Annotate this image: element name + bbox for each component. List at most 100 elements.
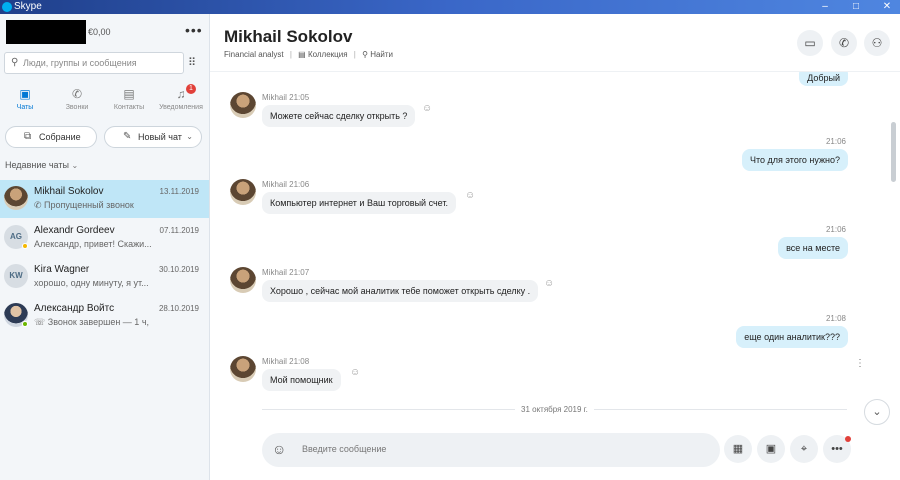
message-outgoing: Добрый — [799, 72, 848, 86]
chat-item-mikhail-sokolov[interactable]: Mikhail Sokolov 13.11.2019 ✆ Пропущенный… — [0, 180, 209, 218]
new-dot-indicator — [845, 436, 851, 442]
search-icon: ⚲ — [11, 57, 19, 68]
contact-name[interactable]: Mikhail Sokolov — [224, 27, 352, 47]
search-icon: ⚲ — [362, 50, 368, 59]
tab-calls[interactable]: ✆ Звонки — [52, 82, 102, 122]
emoji-reaction-icon[interactable]: ☺ — [465, 190, 475, 201]
recent-chats-header[interactable]: Недавние чаты ⌄ — [5, 160, 78, 170]
chat-item-kira-wagner[interactable]: KW Kira Wagner 30.10.2019 хорошо, одну м… — [0, 258, 209, 296]
phone-icon: ✆ — [71, 87, 83, 101]
chat-icon: ▣ — [19, 87, 31, 101]
chevron-down-icon: ⌄ — [872, 406, 882, 418]
message-input[interactable]: Введите сообщение — [302, 444, 386, 454]
new-chat-button[interactable]: ✎ Новый чат ⌄ — [104, 126, 202, 148]
scrollbar-thumb[interactable] — [891, 122, 896, 182]
emoji-reaction-icon[interactable]: ☺ — [422, 103, 432, 114]
find-link[interactable]: Найти — [370, 50, 393, 59]
profile-name-redacted[interactable] — [6, 20, 86, 44]
avatar — [4, 186, 28, 210]
title-bar: Skype – □ ✕ — [0, 0, 900, 14]
location-pin-icon: ⌖ — [800, 443, 808, 455]
gallery-link[interactable]: Коллекция — [308, 50, 348, 59]
new-chat-label: Новый чат — [138, 132, 182, 142]
message-time: 21:06 — [825, 225, 846, 234]
minimize-button[interactable]: – — [814, 0, 836, 14]
message-meta: Mikhail 21:05 — [262, 93, 310, 102]
chat-date: 13.11.2019 — [159, 187, 199, 196]
skype-logo-icon — [2, 2, 12, 12]
emoji-reaction-icon[interactable]: ☺ — [544, 278, 554, 289]
emoji-picker-icon[interactable]: ☺ — [272, 441, 286, 457]
contacts-icon: ▤ — [123, 87, 135, 101]
nav-tabs: ▣ Чаты ✆ Звонки ▤ Контакты ♫ 1 Уведомлен… — [0, 82, 210, 122]
tab-label: Чаты — [16, 104, 34, 111]
more-options-button[interactable]: ••• — [185, 22, 203, 38]
skype-credit[interactable]: €0,00 — [88, 27, 111, 37]
message-bubble: Хорошо , сейчас мой аналитик тебе поможе… — [262, 280, 539, 302]
chevron-down-icon: ⌄ — [186, 132, 193, 141]
scroll-to-bottom-button[interactable]: ⌄ — [864, 399, 890, 425]
chevron-down-icon: ⌄ — [71, 161, 79, 170]
chat-date: 07.11.2019 — [159, 226, 199, 235]
message-outgoing: еще один аналитик??? — [736, 326, 848, 348]
dialpad-icon[interactable]: ⠿ — [188, 56, 196, 69]
phone-icon: ✆ — [838, 36, 850, 50]
message-bubble: Компьютер интернет и Ваш торговый счет. — [262, 192, 456, 214]
send-location-button[interactable]: ⌖ — [790, 435, 818, 463]
chat-name: Александр Войтс — [34, 303, 115, 314]
sidebar: €0,00 ••• ⚲ Люди, группы и сообщения ⠿ ▣… — [0, 14, 210, 480]
notification-badge: 1 — [186, 84, 196, 94]
message-bubble: Можете сейчас сделку открыть ? — [262, 105, 416, 127]
send-contact-button[interactable]: ▣ — [757, 435, 785, 463]
emoji-reaction-icon[interactable]: ☺ — [350, 367, 360, 378]
tab-label: Контакты — [113, 104, 145, 111]
chat-preview: ✆ Пропущенный звонок — [34, 200, 134, 210]
tab-contacts[interactable]: ▤ Контакты — [104, 82, 154, 122]
chat-name: Kira Wagner — [34, 264, 90, 275]
gallery-icon: ▦ — [732, 443, 744, 455]
search-placeholder: Люди, группы и сообщения — [23, 58, 137, 68]
separator: | — [289, 50, 292, 59]
avatar: KW — [4, 264, 28, 288]
chat-preview: хорошо, одну минуту, я ут... — [34, 278, 149, 288]
chat-preview: ☏ Звонок завершен — 1 ч, — [34, 317, 150, 327]
tab-chats[interactable]: ▣ Чаты — [0, 82, 50, 122]
meeting-button[interactable]: ⧉ Собрание — [5, 126, 97, 148]
more-icon: ••• — [831, 443, 843, 455]
message-bubble: Мой помощник — [262, 369, 341, 391]
audio-call-button[interactable]: ✆ — [831, 30, 857, 56]
contact-role: Financial analyst — [224, 50, 284, 59]
gallery-icon: ▤ — [298, 50, 306, 59]
chat-name: Alexandr Gordeev — [34, 225, 115, 236]
chat-preview: Александр, привет! Скажи... — [34, 239, 152, 249]
avatar — [230, 356, 256, 382]
close-button[interactable]: ✕ — [876, 0, 898, 14]
contact-subline: Financial analyst | ▤ Коллекция | ⚲ Найт… — [224, 50, 393, 59]
recent-chats-label: Недавние чаты — [5, 160, 69, 170]
add-people-button[interactable]: ⚇ — [864, 30, 890, 56]
chat-item-alexandr-gordeev[interactable]: AG Alexandr Gordeev 07.11.2019 Александр… — [0, 219, 209, 257]
message-outgoing: Что для этого нужно? — [742, 149, 848, 171]
video-call-button[interactable]: ▭ — [797, 30, 823, 56]
conversation-header: Mikhail Sokolov Financial analyst | ▤ Ко… — [210, 14, 900, 72]
more-actions-button[interactable]: ••• — [823, 435, 851, 463]
conversation-panel: Mikhail Sokolov Financial analyst | ▤ Ко… — [210, 14, 900, 480]
chat-item-aleksandr-voits[interactable]: Александр Войтс 28.10.2019 ☏ Звонок заве… — [0, 297, 209, 335]
avatar — [230, 92, 256, 118]
message-composer[interactable]: ☺ Введите сообщение — [262, 433, 720, 467]
message-time: 21:08 — [825, 314, 846, 323]
chat-date: 28.10.2019 — [158, 304, 199, 313]
maximize-button[interactable]: □ — [845, 0, 867, 14]
message-list: Добрый Mikhail 21:05 Можете сейчас сделк… — [210, 72, 900, 430]
send-file-button[interactable]: ▦ — [724, 435, 752, 463]
separator: | — [353, 50, 356, 59]
presence-online-icon — [22, 321, 28, 327]
chat-date: 30.10.2019 — [158, 265, 199, 274]
message-more-icon[interactable]: ⋮ — [855, 358, 865, 369]
tab-label: Звонки — [65, 104, 89, 111]
window-title: Skype — [14, 1, 42, 12]
search-input[interactable]: ⚲ Люди, группы и сообщения — [4, 52, 184, 74]
message-meta: Mikhail 21:06 — [262, 180, 310, 189]
message-outgoing: все на месте — [778, 237, 848, 259]
tab-notifications[interactable]: ♫ 1 Уведомления — [156, 82, 206, 122]
